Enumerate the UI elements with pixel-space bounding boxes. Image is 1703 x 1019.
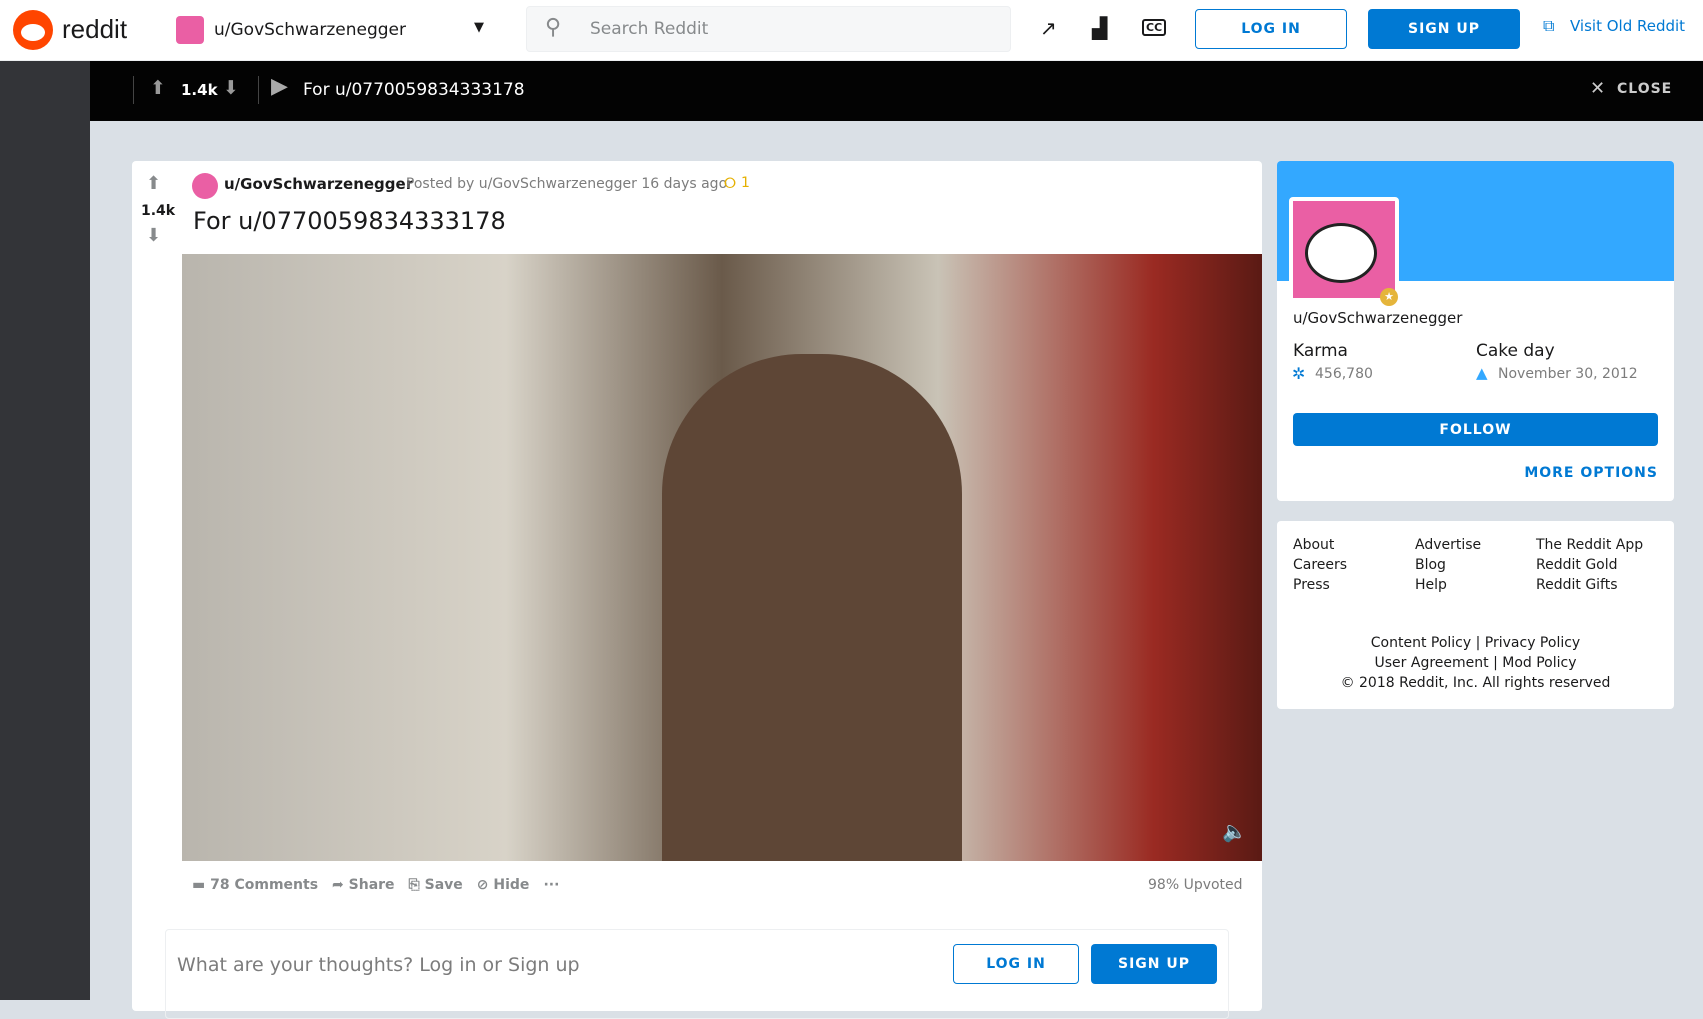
award-icon: ⭘ xyxy=(724,174,737,192)
footer-link[interactable]: Press xyxy=(1293,575,1347,595)
search-placeholder: Search Reddit xyxy=(590,19,709,39)
content-policy-link[interactable]: Content Policy | xyxy=(1371,635,1481,651)
reddit-logo-icon[interactable] xyxy=(13,10,53,50)
video-player[interactable]: 🔈 xyxy=(182,254,1262,861)
community-avatar xyxy=(176,16,204,44)
cake-day-value: November 30, 2012 xyxy=(1498,366,1638,382)
visit-old-reddit-link[interactable]: Visit Old Reddit xyxy=(1570,17,1685,35)
login-button[interactable]: LOG IN xyxy=(953,944,1079,984)
play-icon: ▶ xyxy=(271,74,288,99)
mod-policy-link[interactable]: Mod Policy xyxy=(1502,655,1576,671)
header: reddit u/GovSchwarzenegger ▼ ⚲ Search Re… xyxy=(0,0,1703,61)
vote-count: 1.4k xyxy=(181,81,218,99)
vote-count: 1.4k xyxy=(141,203,176,219)
premium-star-icon: ★ xyxy=(1380,288,1398,306)
close-icon[interactable]: ✕ xyxy=(1590,78,1605,99)
profile-card: ★ u/GovSchwarzenegger Karma ✲ 456,780 Ca… xyxy=(1277,161,1674,501)
comment-box[interactable]: What are your thoughts? Log in or Sign u… xyxy=(165,929,1229,1019)
upvote-ratio: 98% Upvoted xyxy=(1148,877,1243,893)
copyright: © 2018 Reddit, Inc. All rights reserved xyxy=(1340,675,1611,691)
chevron-down-icon: ▼ xyxy=(474,20,484,35)
upvote-icon[interactable]: ⬆ xyxy=(150,77,166,99)
footer-link[interactable]: Advertise xyxy=(1415,535,1481,555)
divider xyxy=(133,76,134,104)
share-label: Share xyxy=(348,877,395,893)
post-title: For u/0770059834333178 xyxy=(193,207,506,235)
footer-link[interactable]: Careers xyxy=(1293,555,1347,575)
award-count: 1 xyxy=(741,175,750,191)
reddit-wordmark[interactable]: reddit xyxy=(62,14,127,45)
karma-icon: ✲ xyxy=(1292,364,1306,383)
volume-icon[interactable]: 🔈 xyxy=(1222,819,1247,843)
signup-button[interactable]: SIGN UP xyxy=(1091,944,1217,984)
footer-link[interactable]: Reddit Gifts xyxy=(1536,575,1643,595)
more-options-button[interactable]: ··· xyxy=(543,877,559,893)
author-link[interactable]: u/GovSchwarzenegger xyxy=(224,175,413,193)
footer-col-2: Advertise Blog Help xyxy=(1415,535,1481,595)
karma-value: 456,780 xyxy=(1315,366,1373,382)
external-link-icon: ⧉ xyxy=(1543,16,1555,35)
footer-legal: Content Policy | Privacy Policy User Agr… xyxy=(1277,633,1674,693)
footer-link[interactable]: Blog xyxy=(1415,555,1481,575)
post-meta: · Posted by u/GovSchwarzenegger 16 days … xyxy=(397,176,728,192)
video-subject xyxy=(662,354,962,861)
comment-placeholder: What are your thoughts? Log in or Sign u… xyxy=(177,954,580,976)
search-input[interactable]: ⚲ Search Reddit xyxy=(526,6,1011,52)
save-label: Save xyxy=(424,877,463,893)
community-dropdown[interactable]: u/GovSchwarzenegger ▼ xyxy=(176,15,496,45)
popular-icon[interactable]: ▟ xyxy=(1092,16,1107,40)
comments-button[interactable]: ▬ 78 Comments xyxy=(192,877,318,893)
footer-link[interactable]: The Reddit App xyxy=(1536,535,1643,555)
profile-avatar xyxy=(1289,197,1399,302)
login-button[interactable]: LOG IN xyxy=(1195,9,1347,49)
hide-icon: ⊘ xyxy=(476,877,494,893)
footer-col-3: The Reddit App Reddit Gold Reddit Gifts xyxy=(1536,535,1643,595)
signup-button[interactable]: SIGN UP xyxy=(1368,9,1520,49)
footer-link[interactable]: Reddit Gold xyxy=(1536,555,1643,575)
profile-name: u/GovSchwarzenegger xyxy=(1293,309,1463,327)
privacy-policy-link[interactable]: Privacy Policy xyxy=(1485,635,1580,651)
search-icon: ⚲ xyxy=(545,15,562,40)
close-button[interactable]: CLOSE xyxy=(1617,81,1672,97)
user-agreement-link[interactable]: User Agreement | xyxy=(1375,655,1498,671)
share-icon: ➦ xyxy=(332,877,349,893)
comments-label: 78 Comments xyxy=(210,877,319,893)
footer-link[interactable]: Help xyxy=(1415,575,1481,595)
cake-day-label: Cake day xyxy=(1476,341,1555,361)
follow-button[interactable]: FOLLOW xyxy=(1293,413,1658,446)
downvote-icon[interactable]: ⬇ xyxy=(223,77,239,99)
comment-icon: ▬ xyxy=(192,877,211,893)
divider xyxy=(258,76,259,104)
cake-icon: ▲ xyxy=(1476,364,1488,382)
author-avatar[interactable] xyxy=(192,173,218,199)
upvote-icon[interactable]: ⬆ xyxy=(146,173,161,194)
share-button[interactable]: ➦ Share xyxy=(332,877,395,893)
all-icon[interactable]: CC xyxy=(1142,19,1167,36)
hide-label: Hide xyxy=(493,877,530,893)
more-options-link[interactable]: MORE OPTIONS xyxy=(1524,465,1658,481)
save-button[interactable]: ⎘ Save xyxy=(409,877,463,893)
community-name: u/GovSchwarzenegger xyxy=(214,20,407,40)
overlay-title: For u/0770059834333178 xyxy=(303,80,525,100)
backdrop xyxy=(0,61,90,1000)
footer-card: About Careers Press Advertise Blog Help The … xyxy=(1277,521,1674,709)
footer-col-1: About Careers Press xyxy=(1293,535,1347,595)
footer-link[interactable]: About xyxy=(1293,535,1347,555)
trending-icon[interactable]: ↗ xyxy=(1040,16,1057,40)
post-overlay-bar: ⬆ 1.4k ⬇ ▶ For u/0770059834333178 ✕ CLOS… xyxy=(90,61,1703,121)
karma-label: Karma xyxy=(1293,341,1348,361)
post-card: ⬆ 1.4k ⬇ u/GovSchwarzenegger · Posted by… xyxy=(132,161,1262,1019)
post-actions: ▬ 78 Comments ➦ Share ⎘ Save ⊘ Hide ··· xyxy=(192,877,559,893)
downvote-icon[interactable]: ⬇ xyxy=(146,225,161,246)
bookmark-icon: ⎘ xyxy=(408,877,425,893)
hide-button[interactable]: ⊘ Hide xyxy=(477,877,530,893)
